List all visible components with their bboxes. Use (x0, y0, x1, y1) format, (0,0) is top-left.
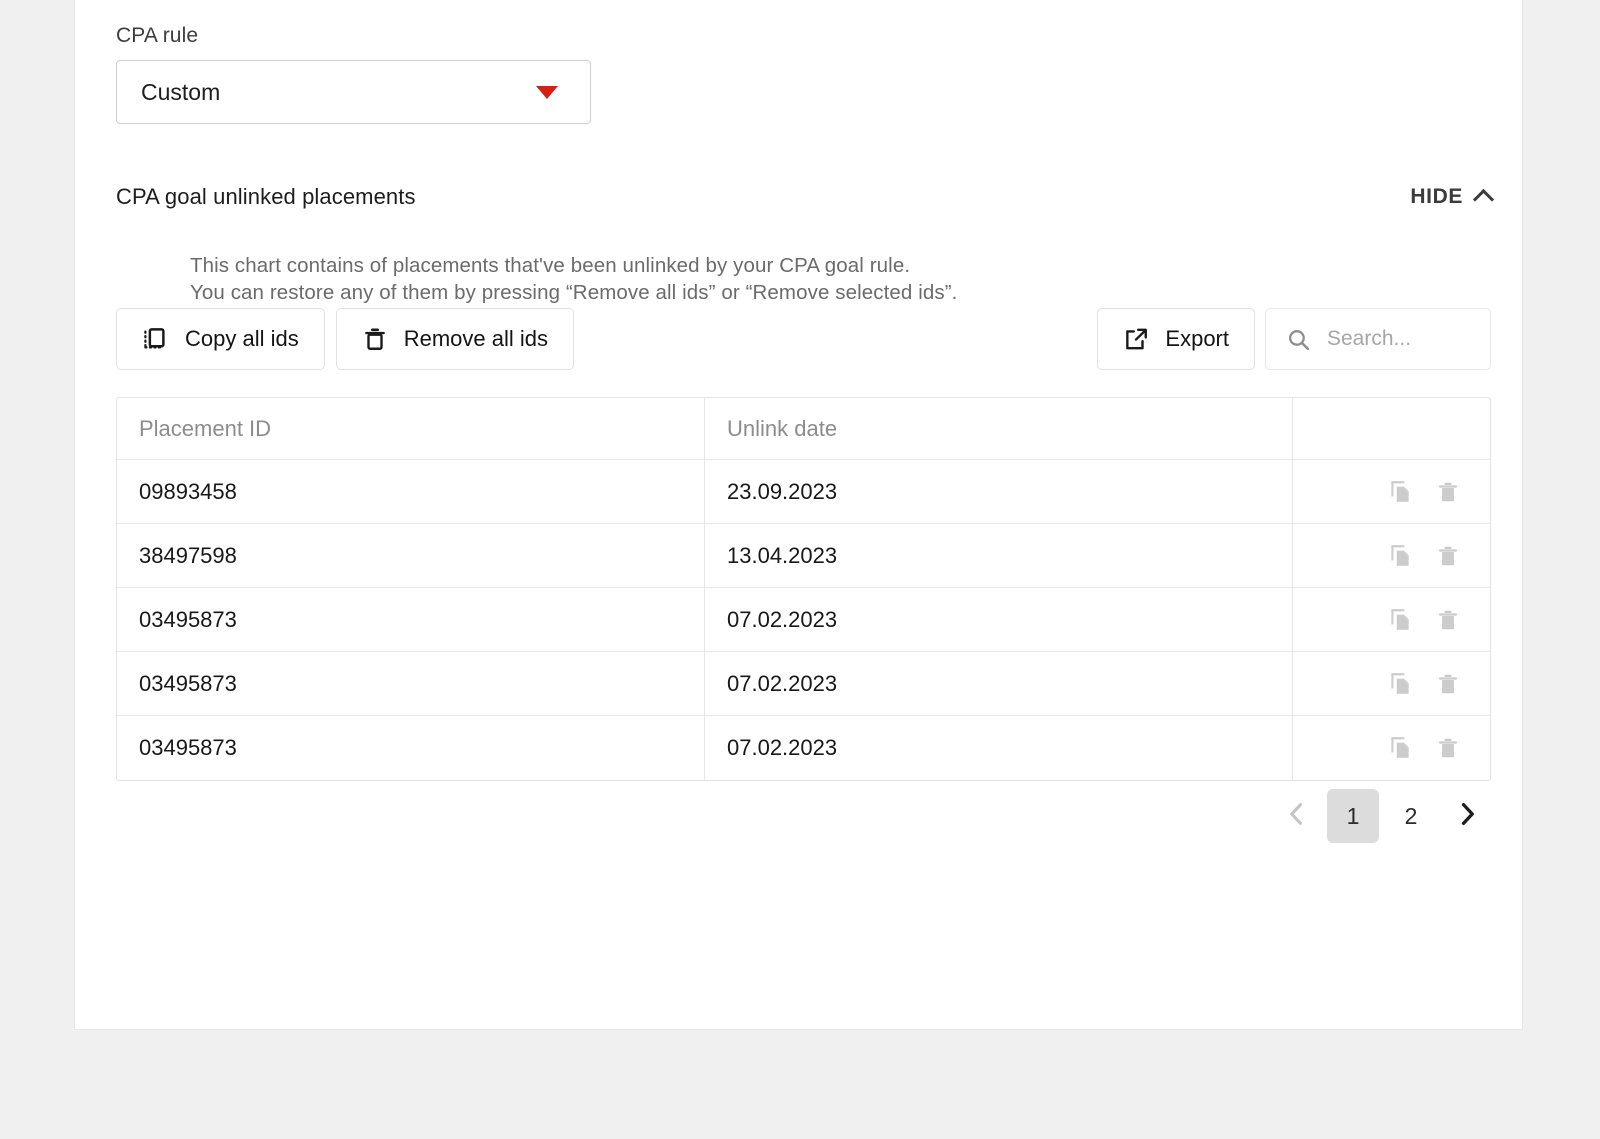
cell-placement-id: 03495873 (117, 652, 705, 715)
hide-toggle-button[interactable]: HIDE (1410, 185, 1495, 211)
table-row: 03495873 07.02.2023 (117, 652, 1490, 716)
unlinked-placements-table: Placement ID Unlink date 09893458 23.09.2… (116, 397, 1491, 781)
cell-actions (1293, 460, 1490, 523)
trash-icon (362, 326, 388, 352)
row-copy-icon[interactable] (1387, 479, 1413, 505)
pagination-pages: 12 (1327, 789, 1437, 843)
toolbar-right-group: Export (1097, 308, 1491, 370)
chevron-up-icon (1472, 188, 1495, 211)
cell-actions (1293, 588, 1490, 651)
chevron-right-icon (1453, 800, 1481, 833)
cell-unlink-date: 07.02.2023 (705, 588, 1293, 651)
cell-unlink-date: 07.02.2023 (705, 652, 1293, 715)
row-delete-icon[interactable] (1436, 480, 1460, 504)
column-header-placement-id: Placement ID (117, 398, 705, 459)
page-root: CPA rule Custom CPA goal unlinked placem… (0, 0, 1600, 1139)
row-delete-icon[interactable] (1436, 544, 1460, 568)
table-row: 03495873 07.02.2023 (117, 716, 1490, 780)
row-copy-icon[interactable] (1387, 543, 1413, 569)
hide-toggle-label: HIDE (1410, 185, 1463, 208)
export-label: Export (1165, 326, 1229, 351)
cell-placement-id: 09893458 (117, 460, 705, 523)
row-delete-icon[interactable] (1436, 608, 1460, 632)
table-header-row: Placement ID Unlink date (117, 398, 1490, 460)
column-header-unlink-date: Unlink date (705, 398, 1293, 459)
pagination-page-2[interactable]: 2 (1385, 789, 1437, 843)
cell-unlink-date: 07.02.2023 (705, 716, 1293, 780)
export-icon (1123, 326, 1149, 352)
toolbar-left-group: Copy all ids Remove all ids (116, 308, 574, 370)
table-row: 38497598 13.04.2023 (117, 524, 1490, 588)
search-field[interactable] (1265, 308, 1491, 370)
row-copy-icon[interactable] (1387, 671, 1413, 697)
content-card: CPA rule Custom CPA goal unlinked placem… (74, 0, 1523, 1030)
pagination-prev-button[interactable] (1273, 792, 1321, 840)
section-header: CPA goal unlinked placements HIDE (116, 184, 1495, 211)
cell-placement-id: 38497598 (117, 524, 705, 587)
caret-down-icon (536, 85, 558, 99)
chevron-left-icon (1283, 800, 1311, 833)
search-input[interactable] (1325, 326, 1470, 352)
row-delete-icon[interactable] (1436, 672, 1460, 696)
row-delete-icon[interactable] (1436, 736, 1460, 760)
row-copy-icon[interactable] (1387, 735, 1413, 761)
remove-all-ids-label: Remove all ids (403, 326, 548, 351)
copy-icon (142, 326, 169, 353)
table-toolbar: Copy all ids Remove all ids Export Searc… (116, 308, 1491, 370)
table-body: 09893458 23.09.2023 38497598 13.04.2023 03… (117, 460, 1490, 780)
cell-actions (1293, 716, 1490, 780)
copy-all-ids-label: Copy all ids (185, 326, 299, 351)
cell-unlink-date: 13.04.2023 (705, 524, 1293, 587)
cell-placement-id: 03495873 (117, 716, 705, 780)
table-row: 03495873 07.02.2023 (117, 588, 1490, 652)
cell-actions (1293, 652, 1490, 715)
search-icon (1286, 327, 1311, 352)
column-header-actions (1293, 398, 1490, 459)
cell-actions (1293, 524, 1490, 587)
cpa-rule-select[interactable]: Custom (116, 60, 591, 124)
pagination-page-1[interactable]: 1 (1327, 789, 1379, 843)
cpa-rule-label: CPA rule (116, 24, 199, 47)
cell-placement-id: 03495873 (117, 588, 705, 651)
cell-unlink-date: 23.09.2023 (705, 460, 1293, 523)
cpa-rule-field: CPA rule Custom (116, 24, 591, 124)
copy-all-ids-button[interactable]: Copy all ids (116, 308, 325, 370)
remove-all-ids-button[interactable]: Remove all ids (335, 308, 574, 370)
row-copy-icon[interactable] (1387, 607, 1413, 633)
pagination-next-button[interactable] (1443, 792, 1491, 840)
pagination: 12 (116, 789, 1491, 843)
section-description: This chart contains of placements that'v… (190, 254, 958, 304)
section-title: CPA goal unlinked placements (116, 184, 416, 209)
export-button[interactable]: Export (1097, 308, 1255, 370)
table-row: 09893458 23.09.2023 (117, 460, 1490, 524)
cpa-rule-selected-value: Custom (141, 78, 221, 105)
